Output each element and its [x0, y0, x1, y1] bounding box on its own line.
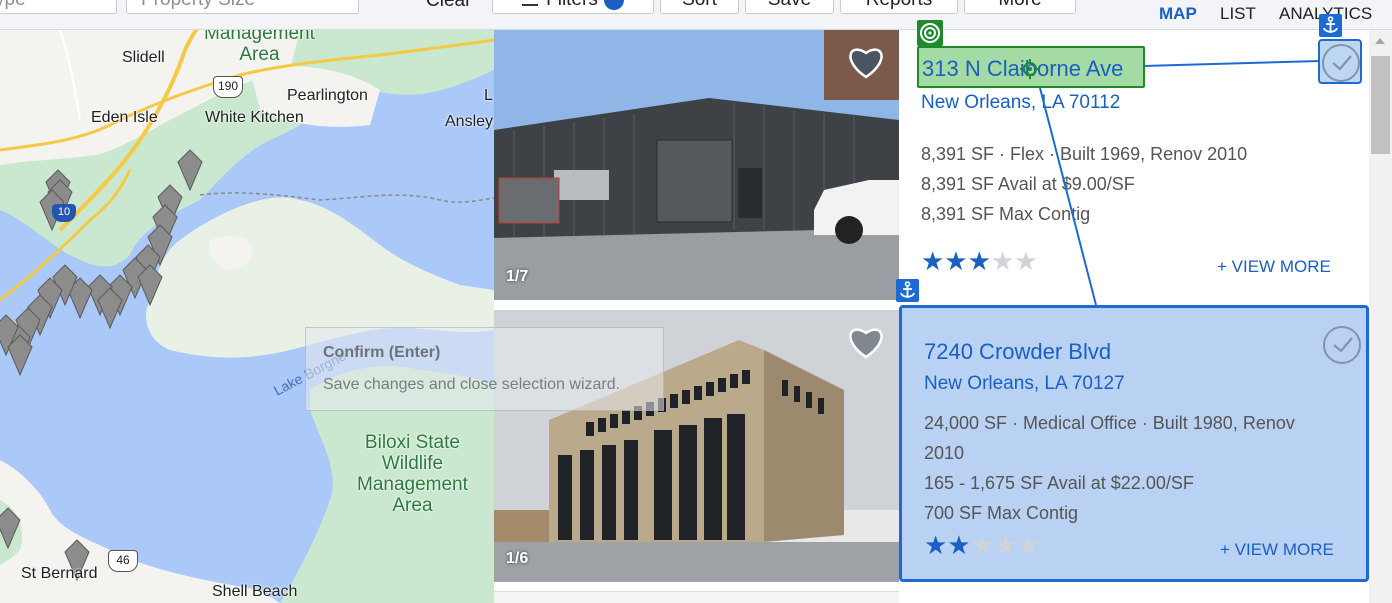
selected-check-highlight[interactable]	[1318, 39, 1362, 84]
tooltip-title: Confirm (Enter)	[323, 344, 441, 361]
anchor-icon[interactable]	[1319, 14, 1342, 37]
confirm-tooltip: Confirm (Enter) Save changes and close s…	[305, 327, 664, 411]
selection-connector-lines	[1039, 60, 1321, 306]
anchor-icon[interactable]	[896, 279, 919, 302]
check-circle-icon[interactable]	[1322, 44, 1360, 82]
tooltip-body: Save changes and close selection wizard.	[323, 376, 621, 393]
crosshair-icon	[1020, 59, 1040, 79]
target-icon[interactable]	[917, 20, 943, 46]
app-window: ype Property Size Clear Filters Sort Sav…	[0, 0, 1392, 603]
